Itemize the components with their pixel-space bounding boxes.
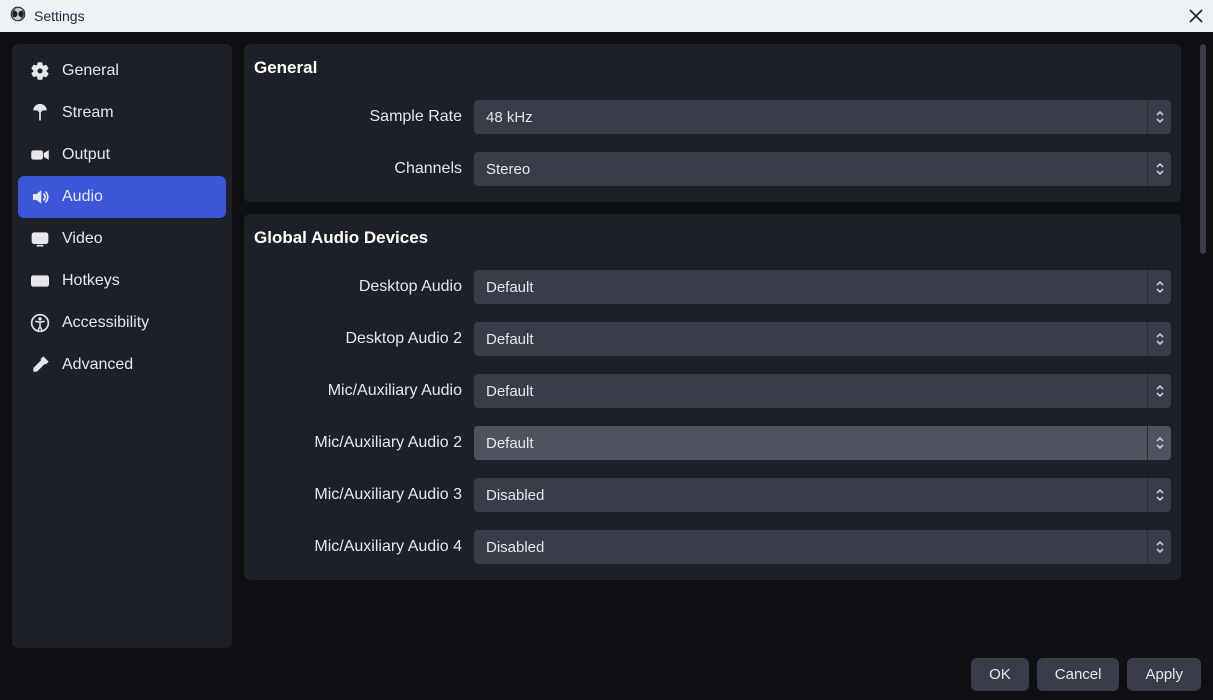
select-mic-aux-3[interactable]: Disabled: [474, 478, 1171, 512]
label-mic-aux-4: Mic/Auxiliary Audio 4: [254, 538, 474, 556]
sidebar-item-general[interactable]: General: [18, 50, 226, 92]
label-mic-aux-2: Mic/Auxiliary Audio 2: [254, 434, 474, 452]
sidebar-item-hotkeys[interactable]: Hotkeys: [18, 260, 226, 302]
select-value: Disabled: [474, 530, 1147, 564]
sidebar-item-output[interactable]: Output: [18, 134, 226, 176]
label-mic-aux-3: Mic/Auxiliary Audio 3: [254, 486, 474, 504]
settings-main: General Sample Rate 48 kHz Channels Ster…: [244, 44, 1185, 648]
spinner-icon: [1147, 426, 1171, 460]
section-general: General Sample Rate 48 kHz Channels Ster…: [244, 44, 1181, 202]
select-value: Default: [474, 270, 1147, 304]
select-value: Default: [474, 322, 1147, 356]
row-mic-aux-4: Mic/Auxiliary Audio 4 Disabled: [254, 530, 1171, 564]
sidebar-item-label: Stream: [62, 104, 114, 122]
label-channels: Channels: [254, 160, 474, 178]
sidebar-item-label: Video: [62, 230, 103, 248]
select-mic-aux[interactable]: Default: [474, 374, 1171, 408]
scrollbar-thumb[interactable]: [1200, 44, 1206, 254]
obs-logo-icon: [10, 6, 26, 26]
row-desktop-audio-2: Desktop Audio 2 Default: [254, 322, 1171, 356]
spinner-icon: [1147, 270, 1171, 304]
cancel-button[interactable]: Cancel: [1037, 658, 1120, 691]
keyboard-icon: [30, 271, 50, 291]
row-mic-aux-2: Mic/Auxiliary Audio 2 Default: [254, 426, 1171, 460]
spinner-icon: [1147, 100, 1171, 134]
select-desktop-audio-2[interactable]: Default: [474, 322, 1171, 356]
camera-output-icon: [30, 145, 50, 165]
settings-sidebar: General Stream Output Audio Video: [12, 44, 232, 648]
label-desktop-audio-2: Desktop Audio 2: [254, 330, 474, 348]
gear-icon: [30, 61, 50, 81]
select-desktop-audio[interactable]: Default: [474, 270, 1171, 304]
sidebar-item-label: Hotkeys: [62, 272, 120, 290]
titlebar-left: Settings: [10, 6, 85, 26]
section-global-audio-devices: Global Audio Devices Desktop Audio Defau…: [244, 214, 1181, 580]
close-icon: [1189, 9, 1203, 23]
titlebar: Settings: [0, 0, 1213, 32]
select-value-channels: Stereo: [474, 152, 1147, 186]
window-title: Settings: [34, 8, 85, 24]
antenna-icon: [30, 103, 50, 123]
close-button[interactable]: [1189, 9, 1203, 23]
sidebar-item-stream[interactable]: Stream: [18, 92, 226, 134]
apply-button[interactable]: Apply: [1127, 658, 1201, 691]
sidebar-item-video[interactable]: Video: [18, 218, 226, 260]
sidebar-item-label: Advanced: [62, 356, 133, 374]
section-title-general: General: [254, 56, 1171, 82]
select-sample-rate[interactable]: 48 kHz: [474, 100, 1171, 134]
row-mic-aux-3: Mic/Auxiliary Audio 3 Disabled: [254, 478, 1171, 512]
spinner-icon: [1147, 478, 1171, 512]
sidebar-item-advanced[interactable]: Advanced: [18, 344, 226, 386]
ok-button[interactable]: OK: [971, 658, 1029, 691]
label-desktop-audio: Desktop Audio: [254, 278, 474, 296]
select-value-sample-rate: 48 kHz: [474, 100, 1147, 134]
monitor-icon: [30, 229, 50, 249]
select-mic-aux-4[interactable]: Disabled: [474, 530, 1171, 564]
tools-icon: [30, 355, 50, 375]
row-sample-rate: Sample Rate 48 kHz: [254, 100, 1171, 134]
label-mic-aux: Mic/Auxiliary Audio: [254, 382, 474, 400]
sidebar-item-label: Accessibility: [62, 314, 149, 332]
row-channels: Channels Stereo: [254, 152, 1171, 186]
select-channels[interactable]: Stereo: [474, 152, 1171, 186]
scrollbar[interactable]: [1197, 44, 1209, 648]
select-mic-aux-2[interactable]: Default: [474, 426, 1171, 460]
row-mic-aux: Mic/Auxiliary Audio Default: [254, 374, 1171, 408]
select-value: Default: [474, 374, 1147, 408]
speaker-icon: [30, 187, 50, 207]
sidebar-item-audio[interactable]: Audio: [18, 176, 226, 218]
spinner-icon: [1147, 374, 1171, 408]
sidebar-item-accessibility[interactable]: Accessibility: [18, 302, 226, 344]
spinner-icon: [1147, 530, 1171, 564]
select-value: Default: [474, 426, 1147, 460]
sidebar-item-label: General: [62, 62, 119, 80]
row-desktop-audio: Desktop Audio Default: [254, 270, 1171, 304]
spinner-icon: [1147, 322, 1171, 356]
sidebar-item-label: Output: [62, 146, 110, 164]
dialog-footer: OK Cancel Apply: [0, 648, 1213, 700]
section-title-global-audio: Global Audio Devices: [254, 226, 1171, 252]
sidebar-item-label: Audio: [62, 188, 103, 206]
spinner-icon: [1147, 152, 1171, 186]
label-sample-rate: Sample Rate: [254, 108, 474, 126]
accessibility-icon: [30, 313, 50, 333]
main-scroll-area: General Sample Rate 48 kHz Channels Ster…: [244, 44, 1185, 648]
select-value: Disabled: [474, 478, 1147, 512]
